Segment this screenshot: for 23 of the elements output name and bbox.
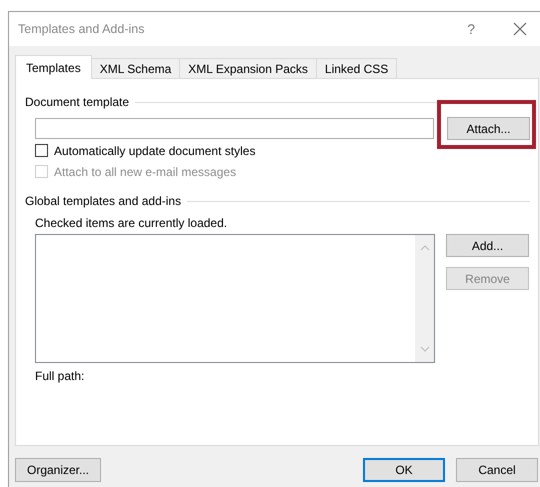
checkbox[interactable] <box>35 144 48 157</box>
scroll-up-icon[interactable] <box>420 245 430 251</box>
add-ins-list[interactable] <box>35 234 435 363</box>
template-path-field[interactable] <box>35 118 434 139</box>
checkbox-label: Automatically update document styles <box>54 144 256 158</box>
tab[interactable]: XML Expansion Packs <box>179 58 317 78</box>
dialog-button[interactable]: Organizer... <box>15 458 101 482</box>
scrollbar[interactable] <box>415 235 434 362</box>
attach-button[interactable]: Attach... <box>447 117 530 140</box>
checkbox-label: Attach to all new e-mail messages <box>54 164 236 178</box>
help-button[interactable]: ? <box>467 21 475 37</box>
hint-text: Checked items are currently loaded. <box>34 216 228 230</box>
dialog-button[interactable]: Cancel <box>456 458 538 482</box>
tab[interactable]: Templates <box>15 55 92 79</box>
section-heading: Global templates and add-ins <box>25 194 182 208</box>
list-button[interactable]: Add... <box>446 234 529 257</box>
section-heading: Document template <box>25 95 130 109</box>
window-title: Templates and Add-ins <box>18 22 144 36</box>
full-path-label: Full path: <box>34 369 86 383</box>
tab[interactable]: Linked CSS <box>316 58 398 78</box>
close-icon[interactable] <box>513 22 527 36</box>
scroll-down-icon[interactable] <box>420 346 430 352</box>
dialog-button[interactable]: OK <box>363 458 445 482</box>
